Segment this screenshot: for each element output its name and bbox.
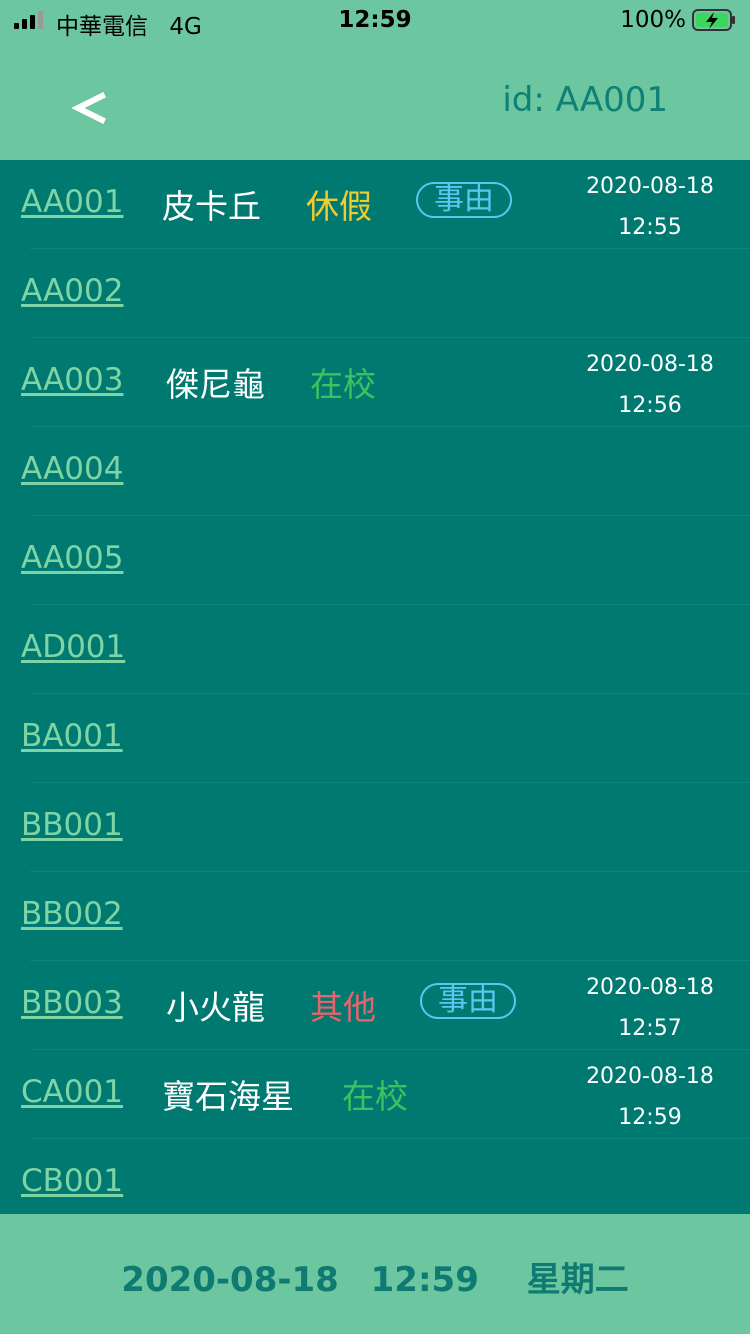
student-code-link[interactable]: AA003 [21, 362, 123, 398]
list-item[interactable]: BB003 小火龍 其他 事由 2020-08-18 12:57 [0, 961, 750, 1050]
footer-weekday: 星期二 [526, 1260, 629, 1300]
student-list: AA001 皮卡丘 休假 事由 2020-08-18 12:55 AA002 AA003 傑尼龜… [0, 160, 750, 1228]
record-date: 2020-08-18 [586, 1064, 714, 1089]
list-item[interactable]: AA003 傑尼龜 在校 2020-08-18 12:56 [0, 338, 750, 427]
list-item[interactable]: BB001 [0, 783, 750, 872]
student-code-link[interactable]: BB002 [21, 896, 123, 932]
footer-datetime: 2020-08-18 12:59 星期二 [0, 1252, 750, 1301]
list-item[interactable]: AA004 [0, 427, 750, 516]
record-time: 12:56 [618, 393, 682, 418]
student-name: 傑尼龜 [166, 365, 265, 404]
record-datetime: 2020-08-18 12:56 [570, 344, 730, 426]
back-button[interactable] [70, 88, 110, 128]
list-item[interactable]: AA005 [0, 516, 750, 605]
student-code-link[interactable]: CA001 [21, 1074, 123, 1110]
status-label: 在校 [342, 1077, 408, 1116]
student-code-link[interactable]: BA001 [21, 718, 123, 754]
record-time: 12:55 [618, 215, 682, 240]
footer-time: 12:59 [370, 1260, 479, 1300]
record-time: 12:57 [618, 1016, 682, 1041]
list-item[interactable]: BB002 [0, 872, 750, 961]
record-time: 12:59 [618, 1105, 682, 1130]
list-item[interactable]: AA002 [0, 249, 750, 338]
record-date: 2020-08-18 [586, 975, 714, 1000]
footer: 2020-08-18 12:59 星期二 [0, 1214, 750, 1334]
student-code-link[interactable]: CB001 [21, 1163, 123, 1199]
student-code-link[interactable]: AA001 [21, 184, 123, 220]
status-label: 其他 [310, 988, 376, 1027]
reason-button[interactable]: 事由 [420, 983, 516, 1019]
battery-percent: 100% [620, 7, 686, 33]
record-datetime: 2020-08-18 12:55 [570, 166, 730, 248]
status-label: 休假 [306, 187, 372, 226]
list-item[interactable]: CA001 寶石海星 在校 2020-08-18 12:59 [0, 1050, 750, 1139]
status-bar: 中華電信 4G 12:59 100% [0, 0, 750, 40]
student-code-link[interactable]: AD001 [21, 629, 125, 665]
list-item[interactable]: AA001 皮卡丘 休假 事由 2020-08-18 12:55 [0, 160, 750, 249]
student-name: 皮卡丘 [162, 187, 261, 226]
student-code-link[interactable]: AA005 [21, 540, 123, 576]
student-name: 小火龍 [166, 988, 265, 1027]
footer-date: 2020-08-18 [121, 1260, 339, 1300]
record-datetime: 2020-08-18 12:59 [570, 1056, 730, 1138]
student-code-link[interactable]: BB003 [21, 985, 123, 1021]
list-item[interactable]: AD001 [0, 605, 750, 694]
battery-charging-icon [692, 9, 735, 31]
record-date: 2020-08-18 [586, 352, 714, 377]
status-label: 在校 [310, 365, 376, 404]
student-code-link[interactable]: BB001 [21, 807, 123, 843]
list-item[interactable]: BA001 [0, 694, 750, 783]
student-code-link[interactable]: AA004 [21, 451, 123, 487]
navigation-bar: id: AA001 [0, 40, 750, 160]
record-date: 2020-08-18 [586, 174, 714, 199]
user-id-label: id: AA001 [502, 80, 668, 120]
student-name: 寶石海星 [162, 1077, 294, 1116]
student-code-link[interactable]: AA002 [21, 273, 123, 309]
record-datetime: 2020-08-18 12:57 [570, 967, 730, 1049]
reason-button[interactable]: 事由 [416, 182, 512, 218]
